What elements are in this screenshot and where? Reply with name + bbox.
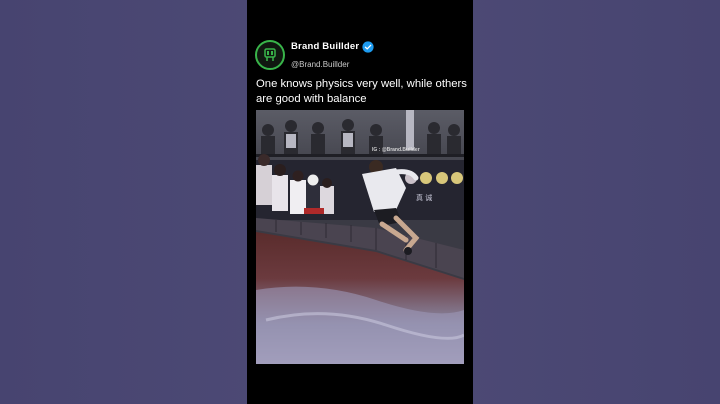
- video-watermark: IG : @Brand.Builder: [372, 147, 420, 153]
- avatar[interactable]: [255, 40, 285, 70]
- verified-badge-icon: [362, 41, 374, 53]
- user-handle[interactable]: @Brand.Buillder: [291, 61, 374, 69]
- sign-text: 真 诚: [416, 193, 432, 202]
- tweet-text: One knows physics very well, while other…: [256, 78, 467, 105]
- brand-logo-icon: [264, 48, 276, 61]
- video-player[interactable]: 真 诚 IG: @Brand.Builder: [256, 110, 464, 364]
- tweet-header: Brand Buillder @Brand.Buillder: [255, 38, 374, 72]
- display-name[interactable]: Brand Buillder: [291, 42, 359, 52]
- page-background: Brand Buillder @Brand.Buillder One knows…: [0, 0, 720, 404]
- tweet-card: Brand Buillder @Brand.Buillder One knows…: [247, 0, 473, 404]
- video-frame: 真 诚: [256, 110, 464, 364]
